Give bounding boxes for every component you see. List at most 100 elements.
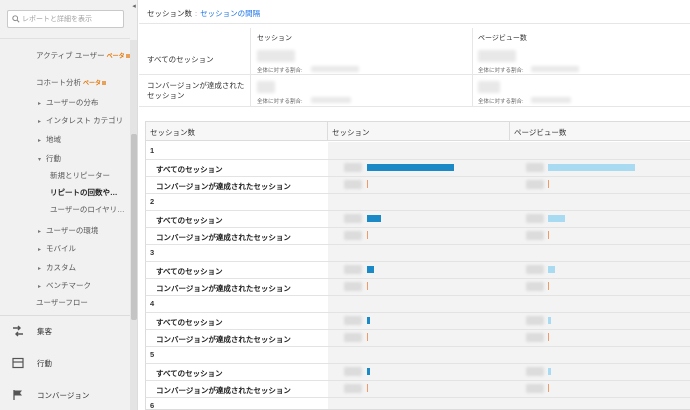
beta-badge: ベータ: [83, 81, 102, 87]
redacted-value: [344, 333, 362, 342]
group-label: 1: [150, 146, 155, 155]
redacted-value: [344, 214, 362, 223]
sidebar-item-label: コホート分析: [36, 78, 81, 87]
sidebar-section-acquisition[interactable]: 集客: [12, 325, 52, 337]
row-label: すべてのセッション: [156, 267, 223, 276]
caret-right-icon: ▸: [38, 247, 42, 253]
row-divider: [146, 227, 690, 228]
report-search-box[interactable]: [7, 10, 124, 28]
sidebar-item-label: ユーザーの分布: [46, 98, 99, 107]
redacted-value: [526, 265, 544, 274]
redacted-value: [257, 50, 295, 62]
sidebar-item-label: 行動: [46, 154, 61, 163]
flag-icon: [13, 390, 22, 400]
redacted-value: [344, 282, 362, 291]
row-label: すべてのセッション: [156, 165, 223, 174]
redacted-value: [344, 265, 362, 274]
summary-share-label: 全体に対する割合:: [478, 68, 524, 74]
row-divider: [146, 397, 690, 398]
breadcrumb-item[interactable]: セッション数: [147, 9, 192, 18]
col-header-session-count[interactable]: セッション数: [150, 127, 195, 138]
sidebar-item-frequency-recency[interactable]: リピートの回数や…: [50, 187, 118, 198]
sidebar-scrollbar[interactable]: [130, 40, 137, 410]
row-divider: [146, 295, 690, 296]
redacted-value: [531, 66, 579, 72]
sidebar-item-engagement[interactable]: ユーザーのロイヤリ…: [50, 204, 125, 215]
sidebar-section-behavior[interactable]: 行動: [12, 357, 52, 369]
conversion-session-tick: [367, 180, 368, 188]
sidebar-item-mobile[interactable]: ▸ モバイル: [38, 243, 76, 254]
divider: [139, 106, 690, 107]
sidebar-item-label: カスタム: [46, 263, 76, 272]
main-content: セッション数: セッションの間隔 セッション ページビュー数 すべてのセッション …: [139, 0, 690, 410]
caret-right-icon: ▸: [38, 266, 42, 272]
search-icon: [12, 15, 20, 23]
col-header-pageviews[interactable]: ページビュー数: [514, 127, 566, 138]
conversion-session-tick: [367, 282, 368, 290]
sidebar-item-interests[interactable]: ▸ インタレスト カテゴリ: [38, 115, 123, 126]
sidebar-section-label: 集客: [37, 326, 52, 336]
row-divider: [146, 244, 690, 245]
divider: [139, 74, 690, 75]
sidebar-section-label: 行動: [37, 358, 52, 368]
redacted-value: [311, 97, 351, 103]
redacted-value: [344, 163, 362, 172]
caret-right-icon: ▸: [38, 119, 42, 125]
caret-right-icon: ▸: [38, 101, 42, 107]
sidebar-item-cohort[interactable]: コホート分析 ベータ: [36, 77, 107, 88]
sidebar-item-users-flow[interactable]: ユーザーフロー: [36, 297, 88, 308]
conversion-pageview-tick: [548, 333, 549, 341]
row-divider: [146, 159, 690, 160]
summary-share-label: 全体に対する割合:: [257, 99, 303, 105]
redacted-value: [344, 316, 362, 325]
row-divider: [146, 210, 690, 211]
pageview-bar: [548, 266, 555, 273]
redacted-value: [526, 333, 544, 342]
redacted-value: [526, 163, 544, 172]
row-label: すべてのセッション: [156, 369, 223, 378]
sidebar-item-custom[interactable]: ▸ カスタム: [38, 262, 76, 273]
scrollbar-thumb[interactable]: [131, 134, 137, 320]
caret-right-icon: ▸: [38, 229, 42, 235]
pageview-bar: [548, 164, 635, 171]
sidebar-item-label: アクティブ ユーザー: [36, 51, 105, 60]
summary-share-label: 全体に対する割合:: [478, 99, 524, 105]
summary-panel: セッション ページビュー数 すべてのセッション コンバージョンが達成されたセッシ…: [139, 28, 690, 114]
sidebar-item-technology[interactable]: ▸ ユーザーの環境: [38, 225, 98, 236]
sidebar-item-label: ユーザーの環境: [46, 226, 99, 235]
caret-right-icon: ▸: [38, 138, 42, 144]
redacted-value: [526, 367, 544, 376]
group-label: 2: [150, 197, 155, 206]
search-input[interactable]: [22, 12, 122, 26]
collapse-sidebar-icon[interactable]: ◂: [130, 2, 137, 12]
conversion-session-tick: [367, 384, 368, 392]
group-label: 3: [150, 248, 155, 257]
sidebar-item-demographics[interactable]: ▸ ユーザーの分布: [38, 97, 98, 108]
redacted-value: [478, 50, 516, 62]
sidebar-item-active-users[interactable]: アクティブ ユーザー ベータ: [36, 50, 130, 61]
redacted-value: [526, 231, 544, 240]
col-header-sessions[interactable]: セッション: [332, 127, 370, 138]
summary-row-label-all: すべてのセッション: [147, 55, 214, 64]
sidebar-divider: [0, 38, 130, 44]
row-divider: [146, 380, 690, 381]
sidebar-item-label: ベンチマーク: [46, 281, 91, 290]
row-label: コンバージョンが達成されたセッション: [156, 284, 291, 293]
row-label: コンバージョンが達成されたセッション: [156, 386, 291, 395]
session-bar: [367, 317, 371, 324]
row-divider: [146, 278, 690, 279]
sidebar-item-behavior[interactable]: ▾ 行動: [38, 153, 61, 164]
sidebar-item-geo[interactable]: ▸ 地域: [38, 134, 61, 145]
breadcrumb-current[interactable]: セッションの間隔: [200, 9, 260, 18]
row-divider: [146, 346, 690, 347]
sidebar-section-conversions[interactable]: コンバージョン: [12, 389, 89, 401]
sidebar-item-label: インタレスト カテゴリ: [46, 116, 124, 125]
sidebar-item-label: モバイル: [46, 244, 76, 253]
redacted-value: [344, 367, 362, 376]
row-divider: [146, 363, 690, 364]
sidebar-item-benchmark[interactable]: ▸ ベンチマーク: [38, 280, 91, 291]
sidebar-divider: [0, 315, 130, 316]
sidebar-item-new-vs-returning[interactable]: 新規とリピーター: [50, 170, 110, 181]
pageview-bar: [548, 215, 565, 222]
conversion-pageview-tick: [548, 231, 549, 239]
